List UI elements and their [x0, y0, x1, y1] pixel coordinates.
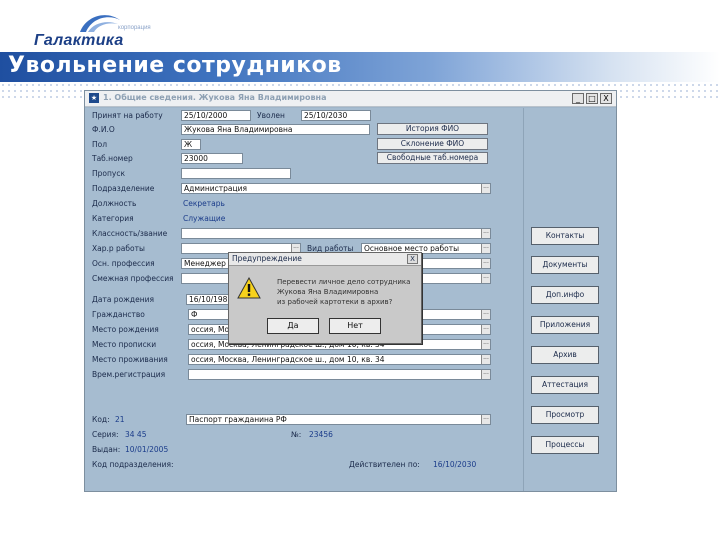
- side-panel: Контакты Документы Доп.инфо Приложения А…: [523, 108, 616, 491]
- fio-decline-button[interactable]: Склонение ФИО: [377, 138, 488, 150]
- valid-value: 16/10/2030: [433, 460, 477, 469]
- residence-picker-icon[interactable]: ...: [481, 355, 490, 364]
- position-value: Секретарь: [183, 199, 225, 208]
- hire-date-field[interactable]: 25/10/2000: [181, 110, 251, 121]
- hire-date-label: Принят на работу: [92, 111, 163, 120]
- issued-label: Выдан:: [92, 445, 121, 454]
- category-value: Служащие: [183, 214, 226, 223]
- doc-code-value: 21: [115, 415, 125, 424]
- sex-label: Пол: [92, 140, 108, 149]
- number-label: №:: [291, 430, 302, 439]
- slide-title-bar: Увольнение сотрудников: [0, 52, 720, 82]
- extra-info-button[interactable]: Доп.инфо: [531, 286, 599, 304]
- issued-value: 10/01/2005: [125, 445, 169, 454]
- class-picker-icon[interactable]: ...: [481, 229, 490, 238]
- doc-type-value: Паспорт гражданина РФ: [189, 415, 287, 424]
- dialog-no-button[interactable]: Нет: [329, 318, 381, 334]
- birthdate-field[interactable]: 16/10/1985: [186, 294, 230, 305]
- subdivision-label: Код подразделения:: [92, 460, 174, 469]
- position-label: Должность: [92, 199, 137, 208]
- alt-profession-field[interactable]: [181, 273, 231, 284]
- dialog-title: Предупреждение: [232, 254, 302, 263]
- fired-date-label: Уволен: [257, 111, 285, 120]
- archive-button[interactable]: Архив: [531, 346, 599, 364]
- tabno-field[interactable]: 23000: [181, 153, 243, 164]
- citizenship-picker-icon[interactable]: ...: [481, 310, 490, 319]
- profession-picker-icon[interactable]: ...: [481, 259, 490, 268]
- residence-value: оссия, Москва, Ленинградское ш., дом 10,…: [191, 355, 385, 364]
- temp-reg-picker-icon[interactable]: ...: [481, 370, 490, 379]
- series-label: Серия:: [92, 430, 119, 439]
- birthdate-label: Дата рождения: [92, 295, 154, 304]
- character-label: Хар.р работы: [92, 244, 145, 253]
- alt-profession-picker-icon[interactable]: ...: [481, 274, 490, 283]
- pass-label: Пропуск: [92, 169, 125, 178]
- window-titlebar[interactable]: ★ 1. Общие сведения. Жукова Яна Владимир…: [85, 91, 616, 107]
- attestation-button[interactable]: Аттестация: [531, 376, 599, 394]
- class-field[interactable]: ...: [181, 228, 491, 239]
- warning-dialog: Предупреждение X Перевести личное дело с…: [228, 252, 422, 344]
- close-button[interactable]: X: [600, 93, 612, 104]
- profession-extra-field[interactable]: ...: [421, 258, 491, 269]
- residence-label: Место проживания: [92, 355, 168, 364]
- temp-reg-label: Врем.регистрация: [92, 370, 166, 379]
- alt-profession-extra-field[interactable]: ...: [421, 273, 491, 284]
- alt-profession-label: Смежная профессия: [92, 274, 174, 283]
- attachments-button[interactable]: Приложения: [531, 316, 599, 334]
- warning-icon: [237, 277, 261, 299]
- doc-type-picker-icon[interactable]: ...: [481, 415, 490, 424]
- doc-type-field[interactable]: Паспорт гражданина РФ...: [186, 414, 491, 425]
- logo-swoosh-icon: [80, 15, 120, 32]
- dialog-message-line2: Жукова Яна Владимировна: [277, 288, 379, 296]
- category-label: Категория: [92, 214, 134, 223]
- dialog-yes-button[interactable]: Да: [267, 318, 319, 334]
- fio-field[interactable]: Жукова Яна Владимировна: [181, 124, 370, 135]
- registration-picker-icon[interactable]: ...: [481, 340, 490, 349]
- profession-field[interactable]: Менеджер: [181, 258, 231, 269]
- minimize-button[interactable]: _: [572, 93, 584, 104]
- view-button[interactable]: Просмотр: [531, 406, 599, 424]
- dialog-message: Перевести личное дело сотрудника Жукова …: [277, 277, 410, 307]
- temp-reg-field[interactable]: ...: [188, 369, 491, 380]
- registration-label: Место прописки: [92, 340, 157, 349]
- dept-field[interactable]: Администрация...: [181, 183, 491, 194]
- dept-picker-icon[interactable]: ...: [481, 184, 490, 193]
- class-label: Классность/звание: [92, 229, 168, 238]
- residence-field[interactable]: оссия, Москва, Ленинградское ш., дом 10,…: [188, 354, 491, 365]
- fired-date-field[interactable]: 25/10/2030: [301, 110, 371, 121]
- doc-code-label: Код:: [92, 415, 110, 424]
- window-title: 1. Общие сведения. Жукова Яна Владимиров…: [103, 93, 327, 102]
- fio-history-button[interactable]: История ФИО: [377, 123, 488, 135]
- sex-field[interactable]: Ж: [181, 139, 201, 150]
- dialog-titlebar[interactable]: Предупреждение X: [229, 253, 421, 266]
- processes-button[interactable]: Процессы: [531, 436, 599, 454]
- series-value: 34 45: [125, 430, 147, 439]
- window-app-icon: ★: [89, 93, 99, 103]
- slide: корпорация Галактика Увольнение сотрудни…: [0, 0, 720, 540]
- logo-name: Галактика: [34, 32, 124, 49]
- pass-field[interactable]: [181, 168, 291, 179]
- dept-label: Подразделение: [92, 184, 155, 193]
- birthplace-picker-icon[interactable]: ...: [481, 325, 490, 334]
- galaktika-logo: корпорация Галактика: [34, 12, 151, 49]
- dept-value: Администрация: [184, 184, 247, 193]
- fio-label: Ф.И.О: [92, 125, 115, 134]
- worktype-picker-icon[interactable]: ...: [481, 244, 490, 253]
- logo-corp-text: корпорация: [118, 25, 151, 31]
- free-tabno-button[interactable]: Свободные таб.номера: [377, 152, 488, 164]
- documents-button[interactable]: Документы: [531, 256, 599, 274]
- slide-title: Увольнение сотрудников: [8, 53, 342, 78]
- citizenship-value: Ф: [191, 310, 198, 319]
- number-value: 23456: [309, 430, 333, 439]
- profession-label: Осн. профессия: [92, 259, 155, 268]
- maximize-button[interactable]: □: [586, 93, 598, 104]
- citizenship-label: Гражданство: [92, 310, 145, 319]
- valid-label: Действителен по:: [349, 460, 420, 469]
- contacts-button[interactable]: Контакты: [531, 227, 599, 245]
- tabno-label: Таб.номер: [92, 154, 133, 163]
- birthplace-label: Место рождения: [92, 325, 159, 334]
- dialog-close-button[interactable]: X: [407, 254, 418, 264]
- dialog-message-line1: Перевести личное дело сотрудника: [277, 278, 411, 286]
- dialog-message-line3: из рабочей картотеки в архив?: [277, 298, 393, 306]
